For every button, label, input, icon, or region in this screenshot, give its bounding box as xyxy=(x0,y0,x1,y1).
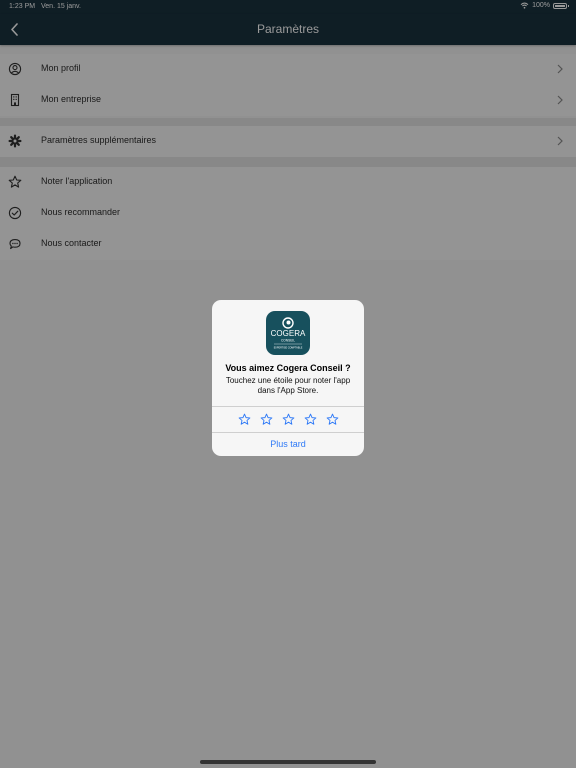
rating-dialog: COGERA CONSEIL EXPERTISE COMPTABLE Vous … xyxy=(212,300,364,456)
app-logo: COGERA CONSEIL EXPERTISE COMPTABLE xyxy=(266,311,310,355)
rating-star-1[interactable] xyxy=(238,413,251,426)
app-logo-sub: CONSEIL xyxy=(281,339,295,343)
dialog-title: Vous aimez Cogera Conseil ? xyxy=(225,363,351,373)
star-rating xyxy=(212,406,364,433)
rating-star-2[interactable] xyxy=(260,413,273,426)
app-logo-brand: COGERA xyxy=(271,329,306,338)
dialog-message: Touchez une étoile pour noter l'app dans… xyxy=(225,376,351,395)
rating-star-4[interactable] xyxy=(304,413,317,426)
rating-star-5[interactable] xyxy=(326,413,339,426)
home-indicator xyxy=(200,760,376,764)
settings-screen: 1:23 PM Ven. 15 janv. 100% Paramètres Mo… xyxy=(0,0,576,768)
app-logo-tagline: EXPERTISE COMPTABLE xyxy=(274,347,303,350)
app-logo-graphic: COGERA CONSEIL EXPERTISE COMPTABLE xyxy=(271,317,306,350)
later-button[interactable]: Plus tard xyxy=(212,439,364,449)
rating-star-3[interactable] xyxy=(282,413,295,426)
